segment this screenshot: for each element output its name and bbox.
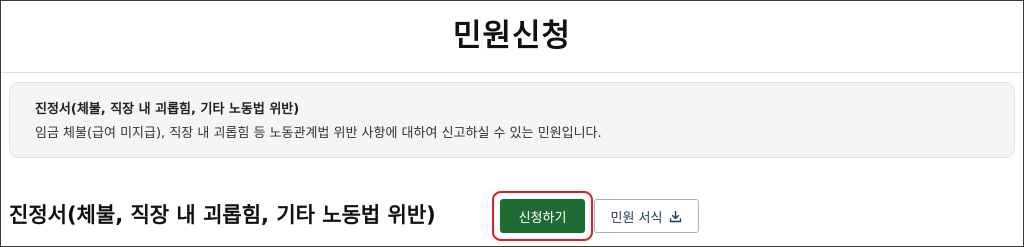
apply-button-label: 신청하기 xyxy=(518,210,567,226)
form-button-label: 민원 서식 xyxy=(610,210,663,226)
download-icon xyxy=(669,210,682,223)
apply-button[interactable]: 신청하기 xyxy=(500,199,585,233)
form-download-button[interactable]: 민원 서식 xyxy=(594,199,699,233)
petition-heading: 진정서(체불, 직장 내 괴롭힘, 기타 노동법 위반) xyxy=(9,203,436,227)
info-description: 임금 체불(급여 미지급), 직장 내 괴롭힘 등 노동관계법 위반 사항에 대… xyxy=(35,126,602,141)
title-divider xyxy=(1,72,1023,73)
info-box: 진정서(체불, 직장 내 괴롭힘, 기타 노동법 위반) 임금 체불(급여 미지… xyxy=(9,82,1015,158)
info-title: 진정서(체불, 직장 내 괴롭힘, 기타 노동법 위반) xyxy=(35,102,300,117)
page-title: 민원신청 xyxy=(452,18,572,54)
